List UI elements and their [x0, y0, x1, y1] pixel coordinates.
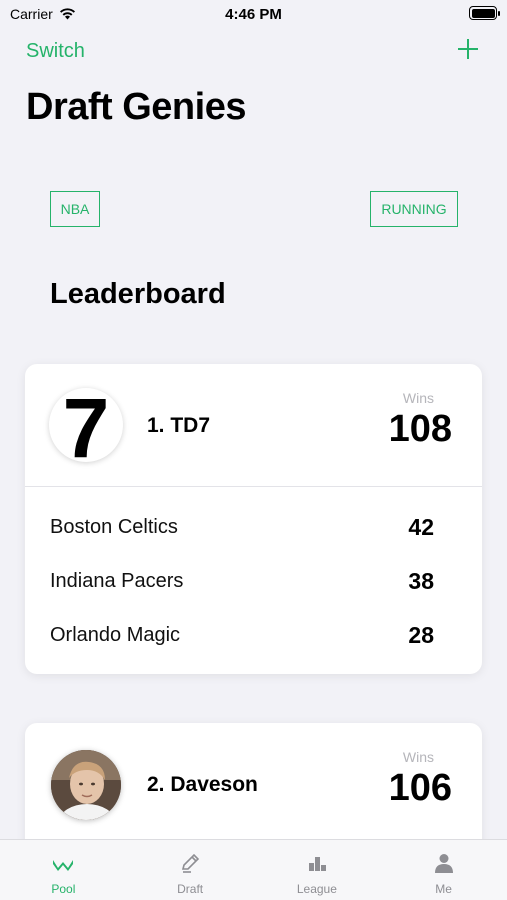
- tab-label: Pool: [51, 882, 76, 896]
- user-photo-icon: [51, 750, 121, 820]
- battery-icon: [469, 6, 500, 20]
- team-name: Orlando Magic: [50, 624, 181, 646]
- plus-icon: [458, 39, 478, 59]
- tab-label: Me: [435, 882, 452, 896]
- team-name: Indiana Pacers: [50, 570, 184, 592]
- team-row: Boston Celtics 42: [25, 512, 482, 542]
- person-icon: [434, 854, 453, 873]
- avatar: 7: [49, 388, 123, 462]
- team-wins: 28: [408, 622, 434, 648]
- team-wins: 38: [408, 568, 434, 594]
- leaderboard-title: Leaderboard: [50, 278, 226, 310]
- add-button[interactable]: [455, 36, 481, 62]
- tab-label: League: [296, 882, 337, 896]
- podium-icon: [308, 857, 326, 871]
- team-row: Indiana Pacers 38: [25, 566, 482, 596]
- team-row: Orlando Magic 28: [25, 620, 482, 650]
- wins-label: Wins: [402, 390, 434, 406]
- switch-button[interactable]: Switch: [26, 40, 85, 63]
- status-bar: Carrier 4:46 PM: [0, 0, 507, 28]
- leaderboard-card[interactable]: 7 1. TD7 Wins 108 Boston Celtics 42 Indi…: [25, 364, 482, 674]
- sport-tag[interactable]: NBA: [50, 191, 100, 227]
- divider: [25, 486, 482, 487]
- page-title: Draft Genies: [26, 86, 246, 128]
- total-wins: 108: [388, 408, 452, 450]
- tab-league[interactable]: League: [254, 840, 381, 900]
- wins-label: Wins: [402, 749, 434, 765]
- member-name: 1. TD7: [147, 414, 211, 437]
- clock: 4:46 PM: [225, 6, 282, 23]
- tab-bar: Pool Draft League Me: [0, 839, 507, 900]
- tab-me[interactable]: Me: [380, 840, 507, 900]
- pool-icon: [53, 860, 74, 871]
- avatar: [51, 750, 121, 820]
- tab-draft[interactable]: Draft: [127, 840, 254, 900]
- tab-pool[interactable]: Pool: [0, 840, 127, 900]
- team-wins: 42: [408, 514, 434, 540]
- total-wins: 106: [388, 767, 452, 809]
- status-tag[interactable]: RUNNING: [370, 191, 458, 227]
- pencil-icon: [182, 853, 200, 873]
- tab-label: Draft: [177, 882, 204, 896]
- team-name: Boston Celtics: [50, 516, 178, 538]
- avatar-number: 7: [62, 388, 110, 462]
- member-name: 2. Daveson: [147, 773, 258, 796]
